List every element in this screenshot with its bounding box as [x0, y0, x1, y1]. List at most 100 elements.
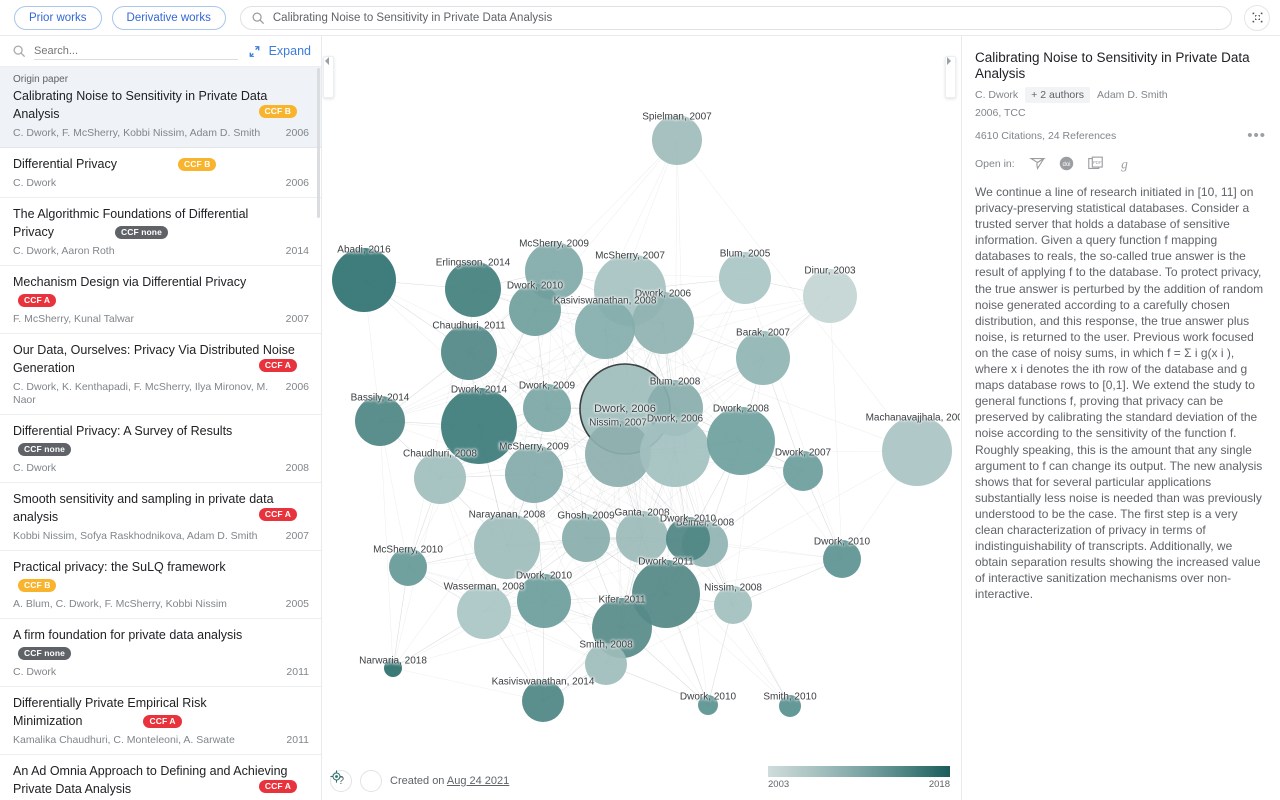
ccf-rank-badge: CCF none [18, 647, 71, 660]
paper-authors: A. Blum, C. Dwork, F. McSherry, Kobbi Ni… [13, 598, 227, 610]
paper-list-item[interactable]: Smooth sensitivity and sampling in priva… [0, 483, 321, 551]
created-date[interactable]: Aug 24 2021 [447, 775, 509, 787]
ccf-rank-badge: CCF B [177, 158, 217, 171]
paper-authors: C. Dwork [13, 666, 57, 678]
graph-node[interactable] [509, 284, 561, 336]
derivative-works-button[interactable]: Derivative works [111, 5, 226, 30]
graph-node[interactable] [474, 513, 540, 579]
graph-node[interactable] [562, 514, 610, 562]
paper-list-item[interactable]: Our Data, Ourselves: Privacy Via Distrib… [0, 334, 321, 415]
main-search-input[interactable] [272, 11, 1221, 24]
paper-list-item[interactable]: Differential Privacy CCF B C. Dwork 2006 [0, 148, 321, 198]
graph-node[interactable] [719, 252, 771, 304]
graph-node[interactable] [803, 269, 857, 323]
graph-node[interactable] [414, 452, 466, 504]
legend-max-label: 2018 [928, 779, 950, 790]
graph-node[interactable] [616, 511, 668, 563]
graph-node[interactable] [445, 261, 501, 317]
origin-paper-label: Origin paper [13, 74, 69, 85]
paper-list-item[interactable]: Differential Privacy: A Survey of Result… [0, 415, 321, 483]
paper-authors: C. Dwork [13, 462, 57, 474]
details-venue-year: 2006, TCC [975, 107, 1026, 119]
details-title: Calibrating Noise to Sensitivity in Priv… [975, 50, 1250, 81]
details-more-authors-chip[interactable]: + 2 authors [1025, 87, 1090, 103]
graph-node[interactable] [441, 324, 497, 380]
graph-node[interactable] [698, 695, 718, 715]
collapse-details-handle[interactable] [945, 56, 956, 98]
sidebar-search-input[interactable] [34, 42, 238, 60]
prior-works-button[interactable]: Prior works [14, 5, 102, 30]
graph-node[interactable] [652, 115, 702, 165]
paper-list[interactable]: Origin paper Calibrating Noise to Sensiti… [0, 67, 321, 800]
graph-node[interactable] [714, 586, 752, 624]
sidebar-scrollbar[interactable] [317, 68, 320, 218]
graph-node[interactable] [457, 585, 511, 639]
paper-authors: F. McSherry, Kunal Talwar [13, 313, 134, 325]
legend-gradient-bar [768, 766, 950, 777]
legend-min-label: 2003 [768, 779, 790, 790]
recenter-button[interactable] [330, 770, 382, 792]
paper-year: 2011 [286, 666, 309, 678]
paper-title: A firm foundation for private data analy… [13, 628, 243, 642]
recenter-target-icon [330, 770, 343, 783]
ccf-rank-badge: CCF none [18, 443, 71, 456]
graph-node[interactable] [666, 517, 710, 561]
paper-list-item[interactable]: Practical privacy: the SuLQ framework CCF… [0, 551, 321, 619]
graph-edge [704, 543, 791, 707]
paper-list-item[interactable]: A firm foundation for private data analy… [0, 619, 321, 687]
graph-node[interactable] [441, 388, 517, 464]
ccf-rank-badge: CCF A [258, 359, 297, 372]
main-search-box[interactable] [239, 5, 1232, 30]
graph-node[interactable] [523, 384, 571, 432]
graph-node[interactable] [783, 451, 823, 491]
paper-title: An Ad Omnia Approach to Defining and Ach… [13, 764, 288, 796]
graph-node[interactable] [332, 248, 396, 312]
paper-authors: C. Dwork, Aaron Roth [13, 245, 115, 257]
expand-button[interactable]: Expand [269, 44, 311, 58]
graph-node[interactable] [823, 540, 861, 578]
open-in-label: Open in: [975, 157, 1015, 170]
graph-node[interactable] [736, 331, 790, 385]
graph-node[interactable] [585, 643, 627, 685]
graph-node[interactable] [355, 396, 405, 446]
paper-list-item-origin[interactable]: Origin paper Calibrating Noise to Sensiti… [0, 67, 321, 148]
graph-node[interactable] [882, 416, 952, 486]
graph-node[interactable] [707, 407, 775, 475]
graph-node[interactable] [517, 574, 571, 628]
paper-authors: Kamalika Chaudhuri, C. Monteleoni, A. Sa… [13, 734, 235, 746]
details-authors: C. Dwork + 2 authors Adam D. Smith [975, 87, 1266, 103]
graph-node[interactable] [389, 548, 427, 586]
paper-authors: C. Dwork [13, 177, 57, 189]
paper-list-item[interactable]: An Ad Omnia Approach to Defining and Ach… [0, 755, 321, 800]
doi-icon[interactable]: doi [1058, 155, 1075, 172]
collapse-sidebar-handle[interactable] [323, 56, 334, 98]
graph-node[interactable] [632, 292, 694, 354]
search-icon [252, 12, 264, 24]
graph-node[interactable] [505, 445, 563, 503]
graph-edge [829, 295, 843, 560]
created-on-label: Created on Aug 24 2021 [390, 775, 510, 787]
graph-node[interactable] [640, 417, 710, 487]
graph-node[interactable] [575, 299, 635, 359]
more-options-icon[interactable]: ••• [1247, 128, 1266, 143]
paper-list-item[interactable]: Mechanism Design via Differential Privac… [0, 266, 321, 334]
paper-details-panel: Calibrating Noise to Sensitivity in Priv… [961, 36, 1280, 800]
graph-node[interactable] [779, 695, 801, 717]
search-icon [13, 45, 25, 57]
paper-list-item[interactable]: Differentially Private Empirical Risk Mi… [0, 687, 321, 755]
paper-year: 2007 [285, 530, 309, 542]
citation-graph-canvas[interactable]: Spielman, 2007 Abadi, 2016 Erlingsson, 201… [322, 36, 960, 800]
paper-year: 2005 [285, 598, 309, 610]
graph-node[interactable] [384, 659, 402, 677]
google-scholar-icon[interactable]: g [1116, 155, 1133, 172]
ccf-rank-badge: CCF A [258, 780, 297, 793]
pdf-icon[interactable]: PDF [1087, 155, 1104, 172]
paper-list-item[interactable]: The Algorithmic Foundations of Different… [0, 198, 321, 266]
expand-arrows-icon[interactable] [248, 45, 261, 58]
ccf-rank-badge: CCF A [143, 715, 182, 728]
fit-to-screen-button[interactable] [1244, 4, 1270, 31]
graph-svg [332, 115, 952, 722]
paper-list-sidebar: Expand Origin paper Calibrating Noise to … [0, 36, 322, 800]
graph-node[interactable] [522, 680, 564, 722]
semantic-scholar-icon[interactable] [1028, 155, 1046, 172]
